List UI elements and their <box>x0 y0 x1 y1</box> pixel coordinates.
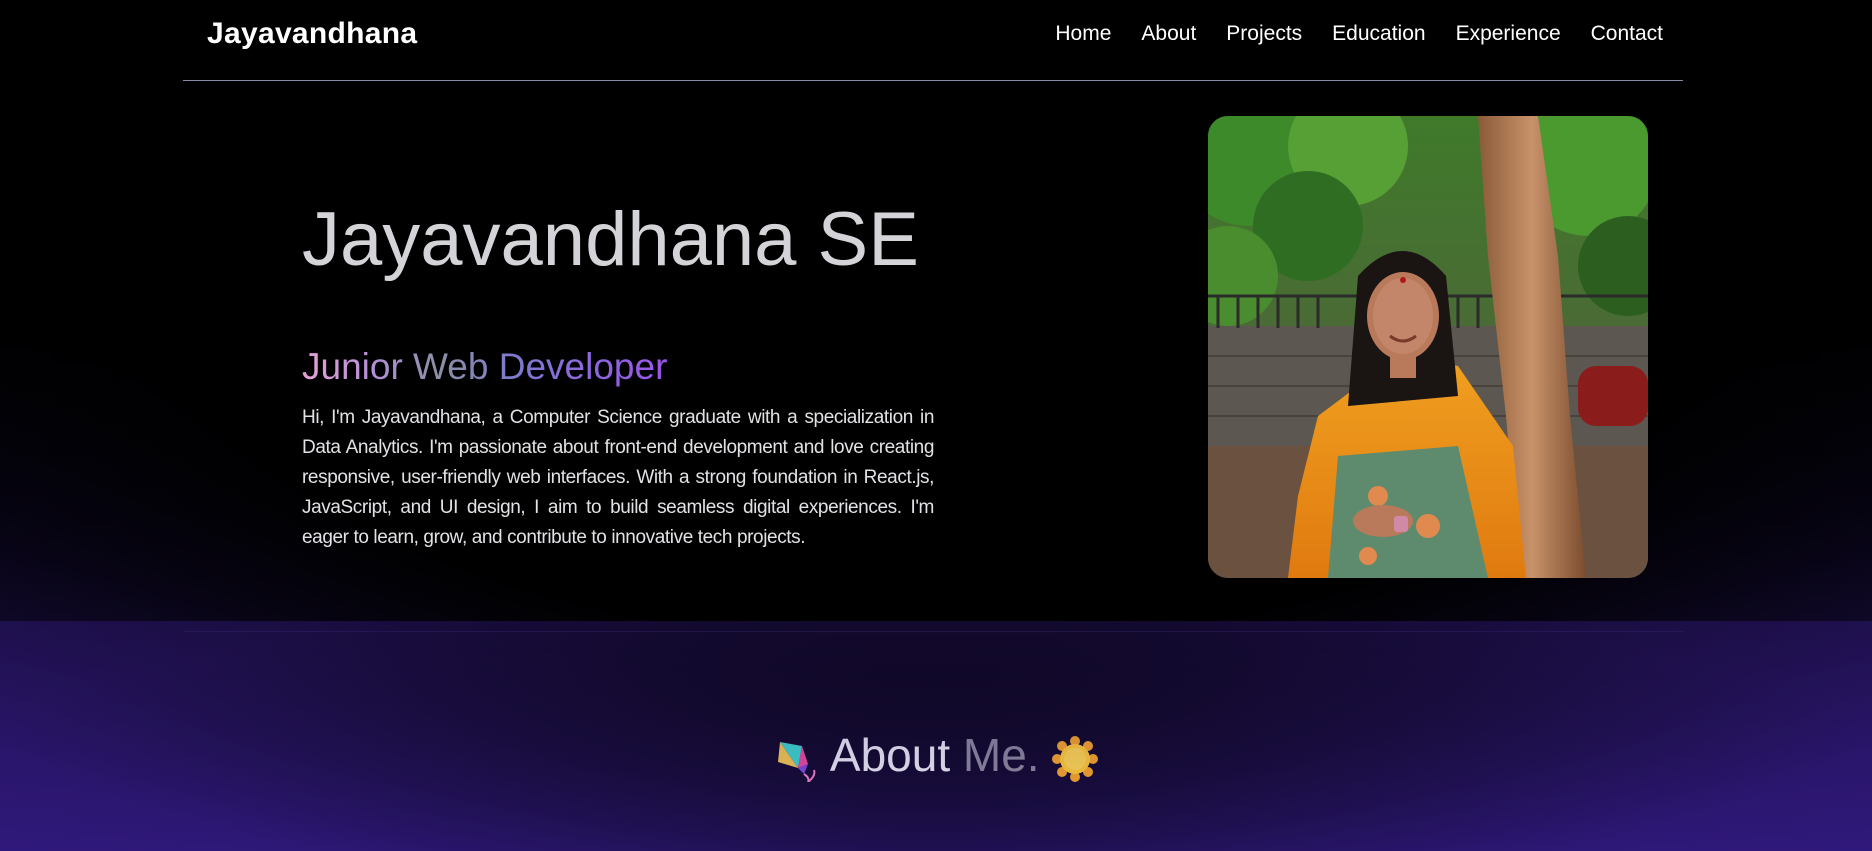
nav-link-about[interactable]: About <box>1141 22 1196 45</box>
portfolio-page: Jayavandhana Home About Projects Educati… <box>0 0 1872 851</box>
nav-link-home[interactable]: Home <box>1055 22 1111 45</box>
sun-icon <box>1052 735 1099 782</box>
hero-bio: Hi, I'm Jayavandhana, a Computer Science… <box>302 407 934 548</box>
profile-photo-illustration <box>1208 116 1648 578</box>
nav-link-education[interactable]: Education <box>1332 22 1425 45</box>
section-divider <box>183 631 1683 632</box>
about-title-word: About <box>829 729 951 781</box>
hero-role: Junior Web Developer <box>302 346 668 387</box>
profile-photo <box>1208 116 1648 578</box>
nav-link-contact[interactable]: Contact <box>1591 22 1663 45</box>
nav-links: Home About Projects Education Experience… <box>1055 22 1663 46</box>
kite-icon <box>774 736 820 783</box>
about-heading: About Me. <box>0 728 1872 783</box>
about-title-me: Me. <box>962 729 1040 781</box>
brand-logo[interactable]: Jayavandhana <box>207 17 417 51</box>
nav-link-projects[interactable]: Projects <box>1226 22 1302 45</box>
top-navbar: Jayavandhana Home About Projects Educati… <box>183 0 1683 81</box>
hero-name: Jayavandhana SE <box>302 197 919 282</box>
nav-link-experience[interactable]: Experience <box>1456 22 1561 45</box>
